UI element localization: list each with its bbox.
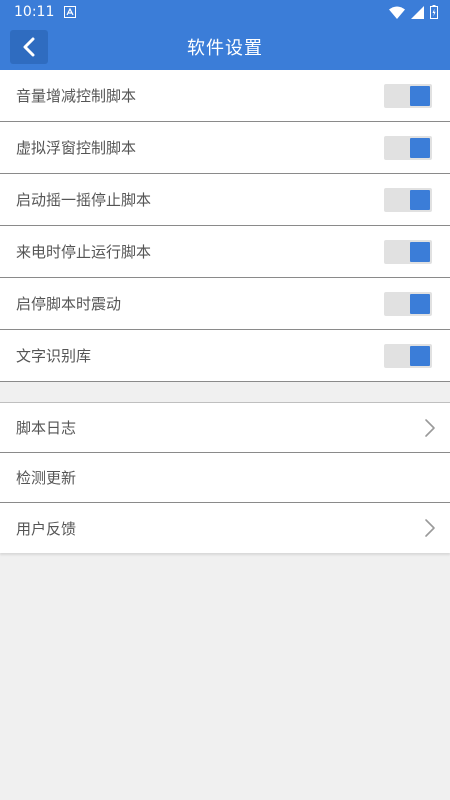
ocr-library-toggle[interactable]: [384, 344, 432, 368]
status-bar: 10:11: [0, 0, 450, 24]
status-time: 10:11: [14, 4, 55, 20]
toggle-knob: [410, 86, 430, 106]
toggle-knob: [410, 242, 430, 262]
notification-a-icon: [64, 6, 77, 18]
setting-row-ocr-library[interactable]: 文字识别库: [0, 330, 450, 382]
setting-label: 启动摇一摇停止脚本: [16, 191, 152, 209]
setting-row-check-update[interactable]: 检测更新: [0, 453, 450, 503]
floating-window-toggle[interactable]: [384, 136, 432, 160]
setting-row-shake-stop[interactable]: 启动摇一摇停止脚本: [0, 174, 450, 226]
setting-row-script-log[interactable]: 脚本日志: [0, 403, 450, 453]
setting-row-volume-control[interactable]: 音量增减控制脚本: [0, 70, 450, 122]
setting-label: 脚本日志: [16, 419, 77, 437]
toggle-settings-group: 音量增减控制脚本 虚拟浮窗控制脚本 启动摇一摇停止脚本 来电时停止运行脚本 启停…: [0, 70, 450, 382]
toggle-knob: [410, 294, 430, 314]
vibrate-toggle[interactable]: [384, 292, 432, 316]
toggle-knob: [410, 346, 430, 366]
link-settings-group: 脚本日志 检测更新 用户反馈: [0, 402, 450, 553]
setting-row-user-feedback[interactable]: 用户反馈: [0, 503, 450, 553]
setting-row-floating-window[interactable]: 虚拟浮窗控制脚本: [0, 122, 450, 174]
status-left: 10:11: [14, 4, 77, 20]
setting-row-vibrate[interactable]: 启停脚本时震动: [0, 278, 450, 330]
volume-control-toggle[interactable]: [384, 84, 432, 108]
setting-label: 音量增减控制脚本: [16, 87, 137, 105]
setting-label: 来电时停止运行脚本: [16, 243, 152, 261]
setting-label: 用户反馈: [16, 519, 77, 538]
section-divider: [0, 382, 450, 402]
app-header: 软件设置: [0, 24, 450, 70]
setting-label: 文字识别库: [16, 347, 92, 365]
page-title: 软件设置: [187, 38, 263, 59]
chevron-right-icon: [424, 418, 436, 438]
setting-label: 虚拟浮窗控制脚本: [16, 139, 137, 157]
toggle-knob: [410, 138, 430, 158]
signal-icon: [411, 5, 424, 19]
chevron-left-icon: [22, 37, 36, 57]
setting-label: 检测更新: [16, 469, 77, 487]
shake-stop-toggle[interactable]: [384, 188, 432, 212]
setting-row-call-stop[interactable]: 来电时停止运行脚本: [0, 226, 450, 278]
back-button[interactable]: [10, 30, 48, 64]
battery-icon: [430, 5, 438, 19]
setting-label: 启停脚本时震动: [16, 295, 122, 313]
wifi-icon: [389, 6, 405, 19]
toggle-knob: [410, 190, 430, 210]
chevron-right-icon: [424, 518, 436, 538]
status-right: [389, 5, 438, 19]
call-stop-toggle[interactable]: [384, 240, 432, 264]
